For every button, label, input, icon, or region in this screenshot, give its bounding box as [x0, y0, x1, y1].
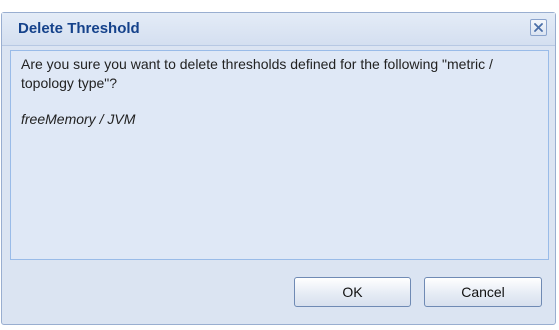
dialog-message-panel: Are you sure you want to delete threshol… [10, 50, 549, 260]
close-icon [534, 23, 543, 32]
confirmation-message: Are you sure you want to delete threshol… [21, 56, 493, 91]
ok-button[interactable]: OK [294, 277, 411, 307]
threshold-target: freeMemory / JVM [21, 111, 136, 127]
delete-threshold-dialog: Delete Threshold Are you sure you want t… [1, 12, 556, 325]
close-button[interactable] [530, 19, 547, 36]
dialog-title-bar[interactable]: Delete Threshold [2, 13, 555, 46]
dialog-title: Delete Threshold [18, 20, 140, 37]
cancel-button[interactable]: Cancel [424, 277, 542, 307]
